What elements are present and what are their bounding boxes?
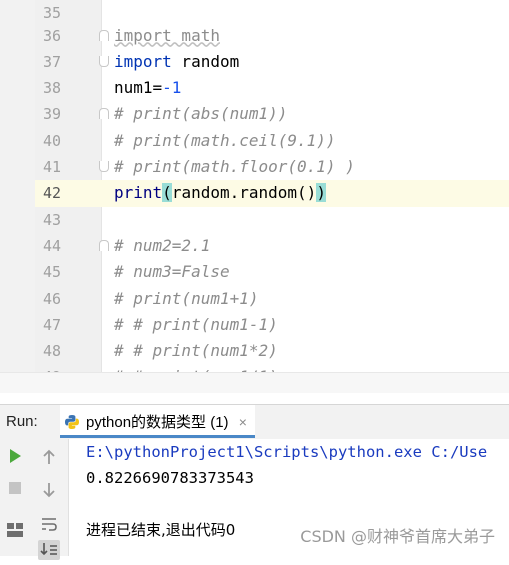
console-output-line: 0.8226690783373543 (86, 469, 254, 487)
code-comment: # num3=False (114, 262, 230, 282)
editor-left-strip (0, 0, 35, 393)
code-comment: # print(math.floor(0.1) ) (114, 157, 355, 176)
code-line[interactable]: 36 import math (35, 23, 509, 49)
editor-bottom-edge (0, 372, 509, 393)
arrow-down-icon (43, 483, 55, 498)
close-icon[interactable]: × (239, 405, 247, 439)
run-toolbar-secondary (30, 439, 69, 560)
code-text: import random (114, 51, 240, 71)
code-line[interactable]: 44 # num2=2.1 (35, 233, 509, 259)
code-line[interactable]: 41 # print(math.floor(0.1) ) (35, 154, 509, 180)
line-number: 36 (42, 26, 61, 45)
code-editor[interactable]: 35 36 import math 37 import random 38 nu… (0, 0, 509, 393)
layout-icon (7, 523, 23, 537)
console-exit-message: 进程已结束,退出代码0 (86, 521, 236, 539)
code-comment: # print(num1+1) (114, 288, 259, 308)
scroll-down-button[interactable] (30, 475, 68, 505)
scroll-up-button[interactable] (30, 442, 68, 472)
line-number: 48 (42, 342, 61, 361)
scroll-to-end-icon (38, 540, 60, 560)
soft-wrap-icon (42, 518, 57, 531)
code-comment: # print(abs(num1)) (114, 104, 288, 124)
code-text: num1=-1 (114, 78, 182, 98)
number-literal: -1 (162, 78, 182, 98)
code-line[interactable]: 45 # num3=False (35, 259, 509, 285)
code-comment: # print(math.ceil(9.1)) (114, 130, 336, 150)
line-number: 45 (42, 263, 61, 282)
fold-start-icon[interactable] (99, 239, 109, 251)
code-line[interactable]: 43 (35, 207, 509, 233)
stop-icon (9, 482, 21, 494)
fold-end-icon[interactable] (99, 55, 109, 67)
run-tool-window-header: Run: python的数据类型 (1) × (0, 404, 509, 440)
code-comment: # # print(num1*2) (114, 341, 278, 361)
code-line-current[interactable]: 42 print(random.random()) (35, 180, 509, 207)
fold-start-icon[interactable] (99, 29, 109, 41)
scroll-to-end-button[interactable] (30, 535, 68, 565)
console-command-line[interactable]: E:\pythonProject1\Scripts\python.exe C:/… (86, 439, 487, 465)
line-number: 43 (42, 210, 61, 229)
code-comment: # num2=2.1 (114, 235, 211, 255)
line-number: 44 (42, 236, 61, 255)
layout-button[interactable] (0, 515, 30, 545)
arrow-up-icon (43, 449, 55, 464)
run-tab-label: python的数据类型 (1) (86, 414, 229, 431)
run-tab[interactable]: python的数据类型 (1) × (60, 405, 255, 438)
fold-end-icon[interactable] (99, 161, 109, 172)
code-line[interactable]: 39 # print(abs(num1)) (35, 101, 509, 127)
rerun-button[interactable] (0, 441, 30, 471)
run-toolbar-primary (0, 439, 31, 556)
code-comment: # # print(num1-1) (114, 314, 278, 334)
code-text: print(random.random()) (114, 183, 326, 203)
stop-button[interactable] (0, 473, 30, 503)
run-label: Run: (6, 413, 38, 430)
line-number: 42 (42, 184, 61, 203)
line-number: 39 (42, 105, 61, 124)
code-line[interactable]: 40 # print(math.ceil(9.1)) (35, 128, 509, 154)
watermark: CSDN @财神爷首席大弟子 (300, 527, 495, 546)
line-number: 47 (42, 315, 61, 334)
play-icon (10, 449, 21, 463)
code-text: import math (114, 25, 220, 45)
code-line[interactable]: 37 import random (35, 49, 509, 75)
line-number: 38 (42, 79, 61, 98)
line-number: 40 (42, 131, 61, 150)
line-number: 37 (42, 52, 61, 71)
code-line[interactable]: 38 num1=-1 (35, 75, 509, 101)
line-number: 41 (42, 158, 61, 176)
fold-start-icon[interactable] (99, 108, 109, 120)
code-line[interactable]: 46 # print(num1+1) (35, 286, 509, 312)
keyword-import: import (114, 51, 172, 71)
code-line[interactable]: 47 # # print(num1-1) (35, 312, 509, 338)
python-icon (65, 415, 79, 429)
line-number: 46 (42, 289, 61, 308)
code-line[interactable]: 48 # # print(num1*2) (35, 338, 509, 364)
